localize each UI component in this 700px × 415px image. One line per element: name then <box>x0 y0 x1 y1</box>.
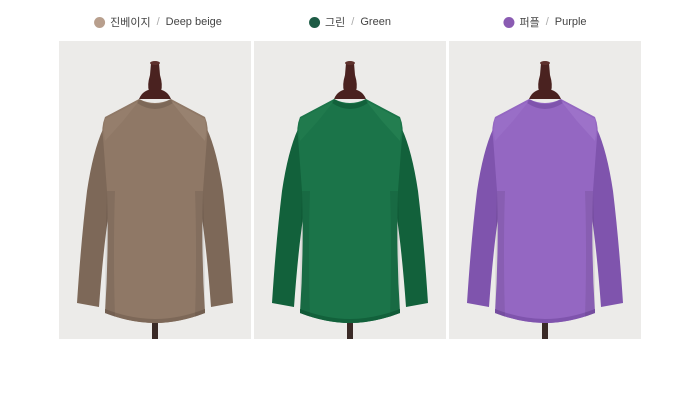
sweater-illustration <box>272 61 428 339</box>
color-option-green[interactable]: 그린 / Green <box>309 14 391 30</box>
sweater-body <box>297 99 403 323</box>
color-name-separator: / <box>545 16 549 28</box>
sweater-body <box>492 99 598 323</box>
sweater-side-shadow <box>195 191 205 317</box>
color-name-english: Purple <box>554 16 587 28</box>
color-name-separator: / <box>156 16 160 28</box>
color-option-deep-beige[interactable]: 진베이지 / Deep beige <box>94 14 222 30</box>
color-name-korean: 그린 <box>325 17 346 29</box>
sweater-illustration <box>77 61 233 339</box>
color-name-korean: 진베이지 <box>110 17 151 29</box>
color-name-korean: 퍼플 <box>519 17 540 29</box>
product-photo-deep-beige[interactable] <box>59 41 251 339</box>
product-photo-purple[interactable] <box>449 41 641 339</box>
sweater-illustration <box>467 61 623 339</box>
color-option-purple[interactable]: 퍼플 / Purple <box>503 14 587 30</box>
mannequin-shoulders <box>529 89 561 99</box>
sweater-side-shadow <box>105 191 115 317</box>
sweater-side-shadow <box>585 191 595 317</box>
color-name-english: Green <box>360 16 391 28</box>
sweater-side-shadow <box>495 191 505 317</box>
mannequin-finial <box>345 61 355 65</box>
mannequin-finial <box>150 61 160 65</box>
sweater-body <box>102 99 208 323</box>
color-name-separator: / <box>351 16 355 28</box>
mannequin-shoulders <box>139 89 171 99</box>
color-swatch-icon <box>94 16 106 28</box>
sweater-side-shadow <box>390 191 400 317</box>
product-photo-green[interactable] <box>254 41 446 339</box>
mannequin-neck <box>343 63 357 91</box>
color-swatch-icon <box>503 16 515 28</box>
mannequin-finial <box>540 61 550 65</box>
mannequin-neck <box>538 63 552 91</box>
color-name-english: Deep beige <box>165 16 222 28</box>
color-swatch-icon <box>309 16 321 28</box>
sweater-side-shadow <box>300 191 310 317</box>
mannequin-neck <box>148 63 162 91</box>
mannequin-shoulders <box>334 89 366 99</box>
color-legend: 진베이지 / Deep beige 그린 / Green 퍼플 / Purple <box>0 14 700 32</box>
